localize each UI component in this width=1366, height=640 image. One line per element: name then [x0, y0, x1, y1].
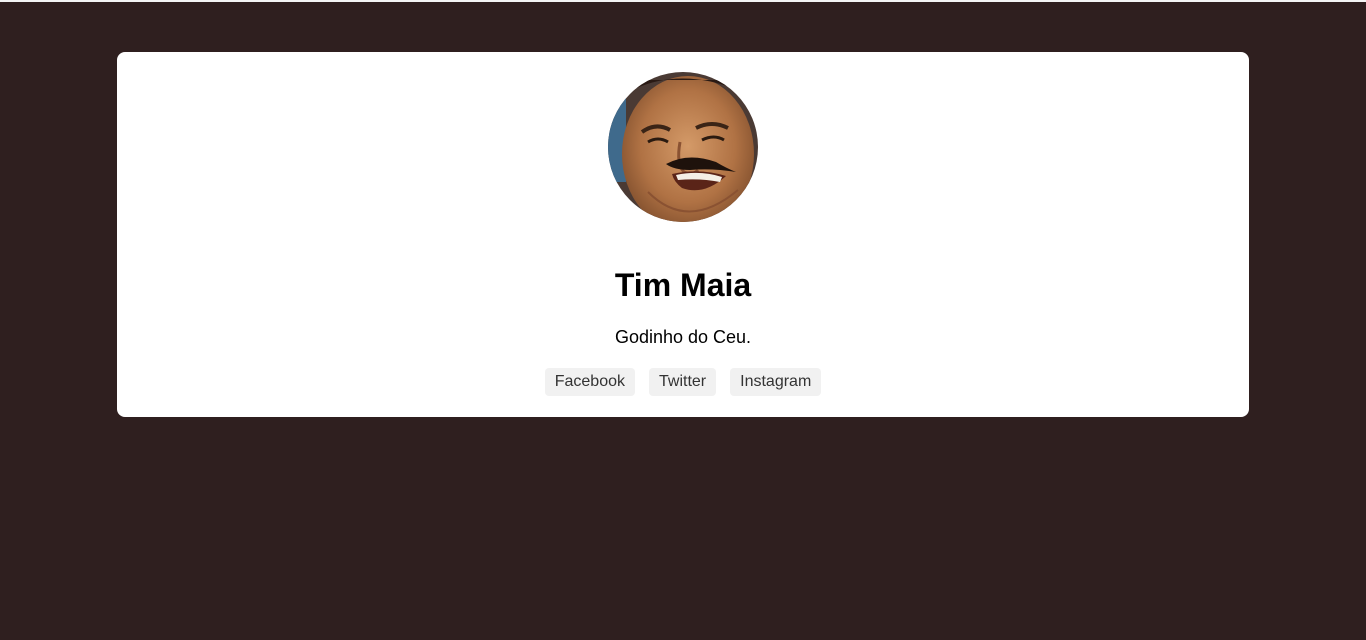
- top-border: [0, 0, 1366, 2]
- instagram-link[interactable]: Instagram: [730, 368, 822, 396]
- avatar-photo: [608, 72, 758, 222]
- profile-name: Tim Maia: [614, 267, 752, 303]
- facebook-link[interactable]: Facebook: [544, 368, 635, 396]
- twitter-link[interactable]: Twitter: [649, 368, 717, 396]
- social-links: Facebook Twitter Instagram: [117, 368, 1249, 396]
- avatar: [608, 72, 758, 222]
- profile-tagline: Godinho do Ceu.: [614, 327, 752, 347]
- profile-card: Tim Maia Godinho do Ceu. Facebook Twitte…: [117, 52, 1249, 417]
